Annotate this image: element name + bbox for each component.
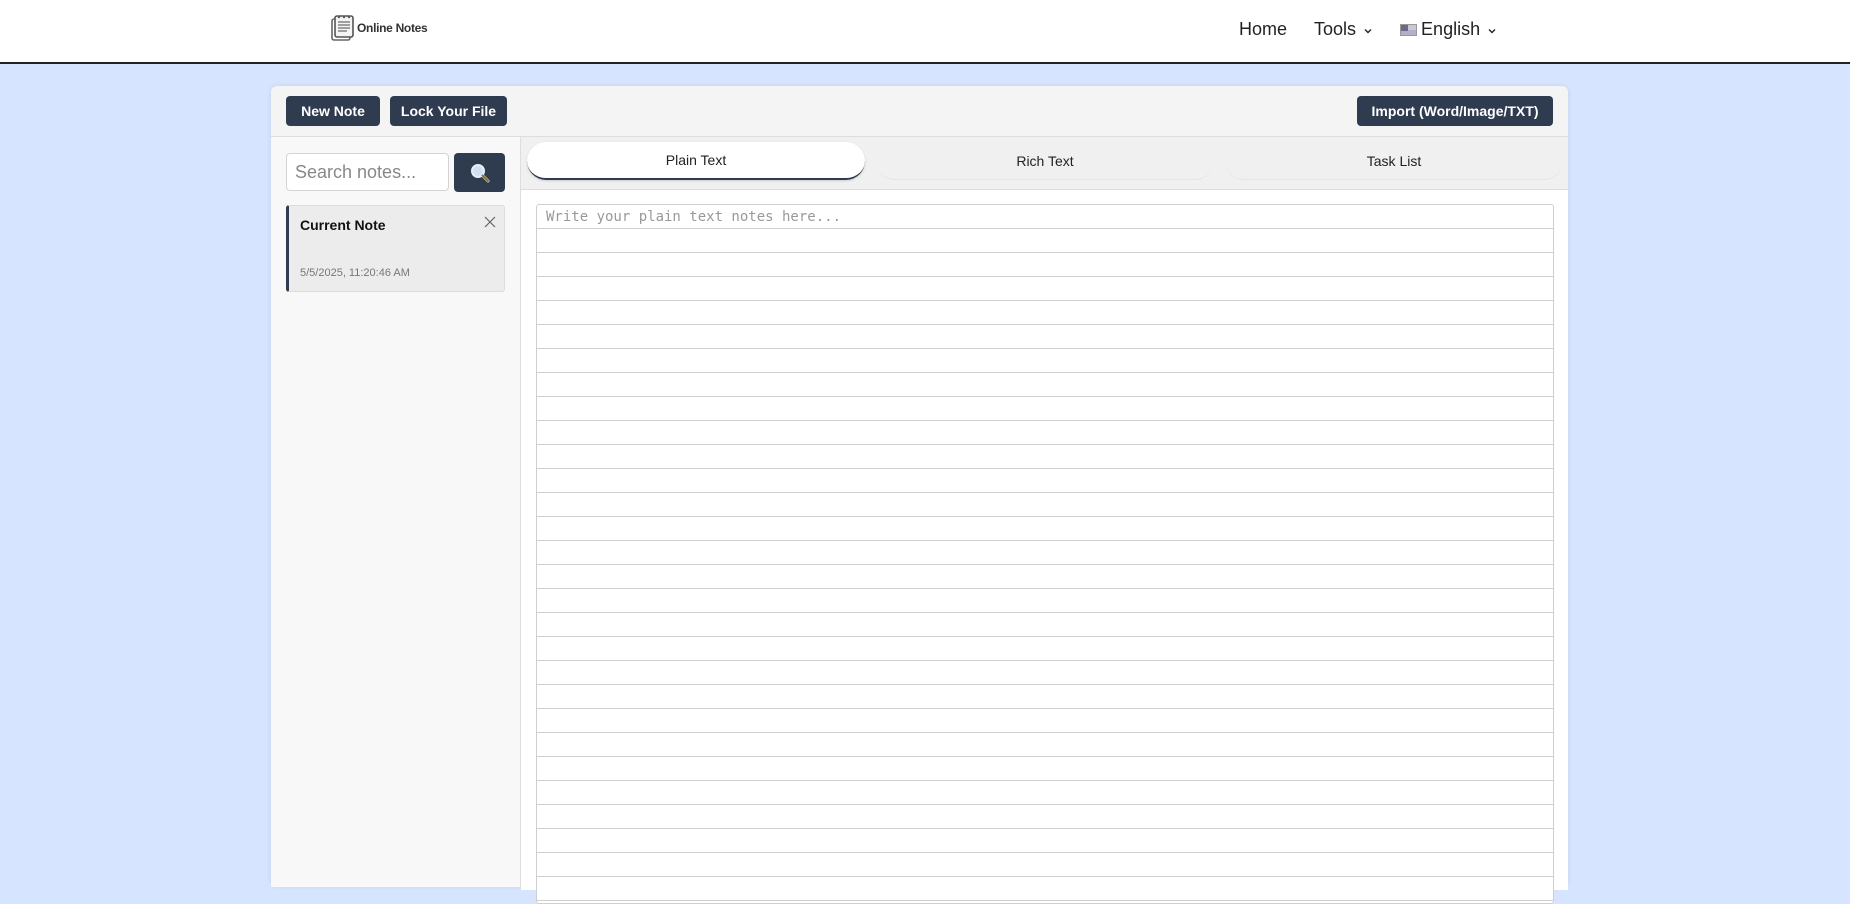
editor-area: Write your plain text notes here... — [521, 190, 1568, 904]
logo[interactable]: Online Notes — [329, 14, 428, 42]
flag-icon — [1400, 23, 1418, 36]
nav-home-link[interactable]: Home — [1239, 19, 1287, 40]
notes-sidebar: Search notes... Current Note 5/5/2025, 1… — [271, 137, 521, 887]
nav-home-label: Home — [1239, 19, 1288, 39]
tab-task-list[interactable]: Task List — [1225, 142, 1563, 180]
notes-app-card: New Note Lock Your File Import (Word/Ima… — [271, 86, 1568, 904]
language-dropdown[interactable]: English — [1400, 19, 1496, 40]
close-icon[interactable] — [484, 216, 496, 228]
note-date: 5/5/2025, 11:20:46 AM — [300, 267, 410, 279]
new-note-button[interactable]: New Note — [286, 96, 380, 126]
search-input[interactable]: Search notes... — [286, 153, 449, 191]
note-list-item[interactable]: Current Note 5/5/2025, 11:20:46 AM — [286, 205, 505, 292]
tab-plain-text[interactable]: Plain Text — [527, 142, 865, 180]
nav-tools-dropdown[interactable]: Tools — [1314, 19, 1372, 40]
search-button[interactable] — [454, 153, 505, 192]
site-header: Online Notes Home Tools English — [0, 0, 1850, 64]
notepad-icon — [331, 15, 354, 41]
chevron-down-icon — [1364, 28, 1372, 33]
editor-tabs: Plain Text Rich Text Task List — [521, 137, 1568, 190]
plain-text-editor[interactable]: Write your plain text notes here... — [536, 204, 1554, 904]
lock-file-button[interactable]: Lock Your File — [390, 96, 507, 126]
main-nav: Home Tools English — [1239, 19, 1496, 40]
toolbar: New Note Lock Your File Import (Word/Ima… — [271, 86, 1568, 137]
logo-text: Online Notes — [357, 21, 428, 35]
tab-rich-text[interactable]: Rich Text — [876, 142, 1214, 180]
chevron-down-icon — [1488, 28, 1496, 33]
search-icon — [470, 163, 489, 182]
language-label: English — [1421, 19, 1481, 39]
note-title: Current Note — [300, 217, 386, 233]
import-button[interactable]: Import (Word/Image/TXT) — [1357, 96, 1553, 126]
nav-tools-label: Tools — [1314, 19, 1357, 39]
editor-placeholder: Write your plain text notes here... — [546, 209, 842, 225]
